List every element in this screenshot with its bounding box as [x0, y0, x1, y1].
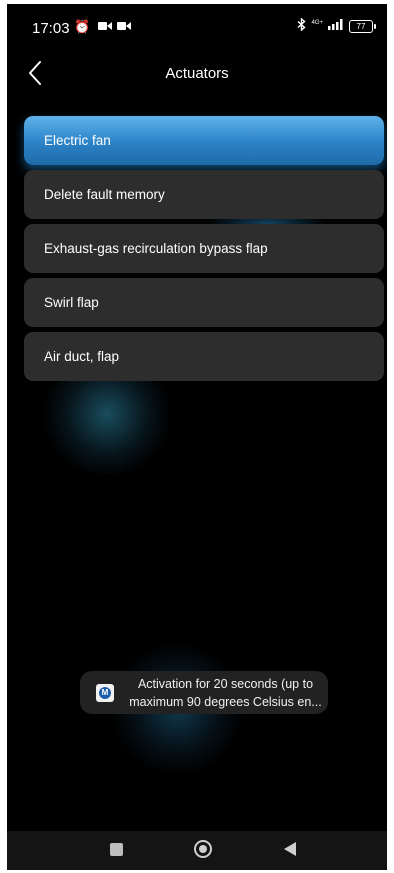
recents-button[interactable]: [109, 842, 123, 856]
toast-message: M Activation for 20 seconds (up to maxim…: [80, 671, 328, 714]
actuator-item-delete-fault-memory[interactable]: Delete fault memory: [24, 170, 384, 219]
toast-text: Activation for 20 seconds (up to maximum…: [128, 675, 323, 711]
status-time: 17:03: [32, 20, 70, 37]
battery-icon: 77: [349, 19, 376, 33]
actuator-list: Electric fan Delete fault memory Exhaust…: [24, 116, 384, 386]
app-logo-icon: M: [96, 683, 114, 702]
actuator-item-air-duct-flap[interactable]: Air duct, flap: [24, 332, 384, 381]
actuator-item-electric-fan[interactable]: Electric fan: [24, 116, 384, 165]
system-nav-bar: [7, 831, 387, 870]
video-icon: [117, 19, 132, 34]
app-header: Actuators: [7, 54, 387, 94]
video-icon: [97, 19, 118, 34]
network-4g-icon: 4G+: [311, 20, 323, 32]
alarm-icon: ⏰: [74, 19, 93, 34]
back-triangle-icon: [283, 842, 296, 856]
signal-icon: [328, 19, 344, 33]
actuator-item-egr-bypass-flap[interactable]: Exhaust-gas recirculation bypass flap: [24, 224, 384, 273]
recents-square-icon: [109, 842, 123, 856]
toast-line: maximum 90 degrees Celsius en...: [129, 694, 322, 709]
home-button[interactable]: [193, 839, 213, 859]
status-left-icons: ⏰: [74, 19, 132, 35]
status-right-icons: 4G+ 77: [297, 17, 376, 34]
toast-line: Activation for 20 seconds (up to: [137, 676, 314, 691]
home-circle-icon: [194, 840, 212, 858]
app-screen: 17:03 ⏰ 4G+ 77 Actuators Electric fan De…: [7, 4, 387, 870]
bluetooth-icon: [297, 17, 307, 34]
page-title: Actuators: [165, 65, 229, 82]
status-bar: 17:03 ⏰ 4G+ 77: [7, 4, 387, 38]
actuator-item-swirl-flap[interactable]: Swirl flap: [24, 278, 384, 327]
nav-back-button[interactable]: [283, 842, 297, 856]
